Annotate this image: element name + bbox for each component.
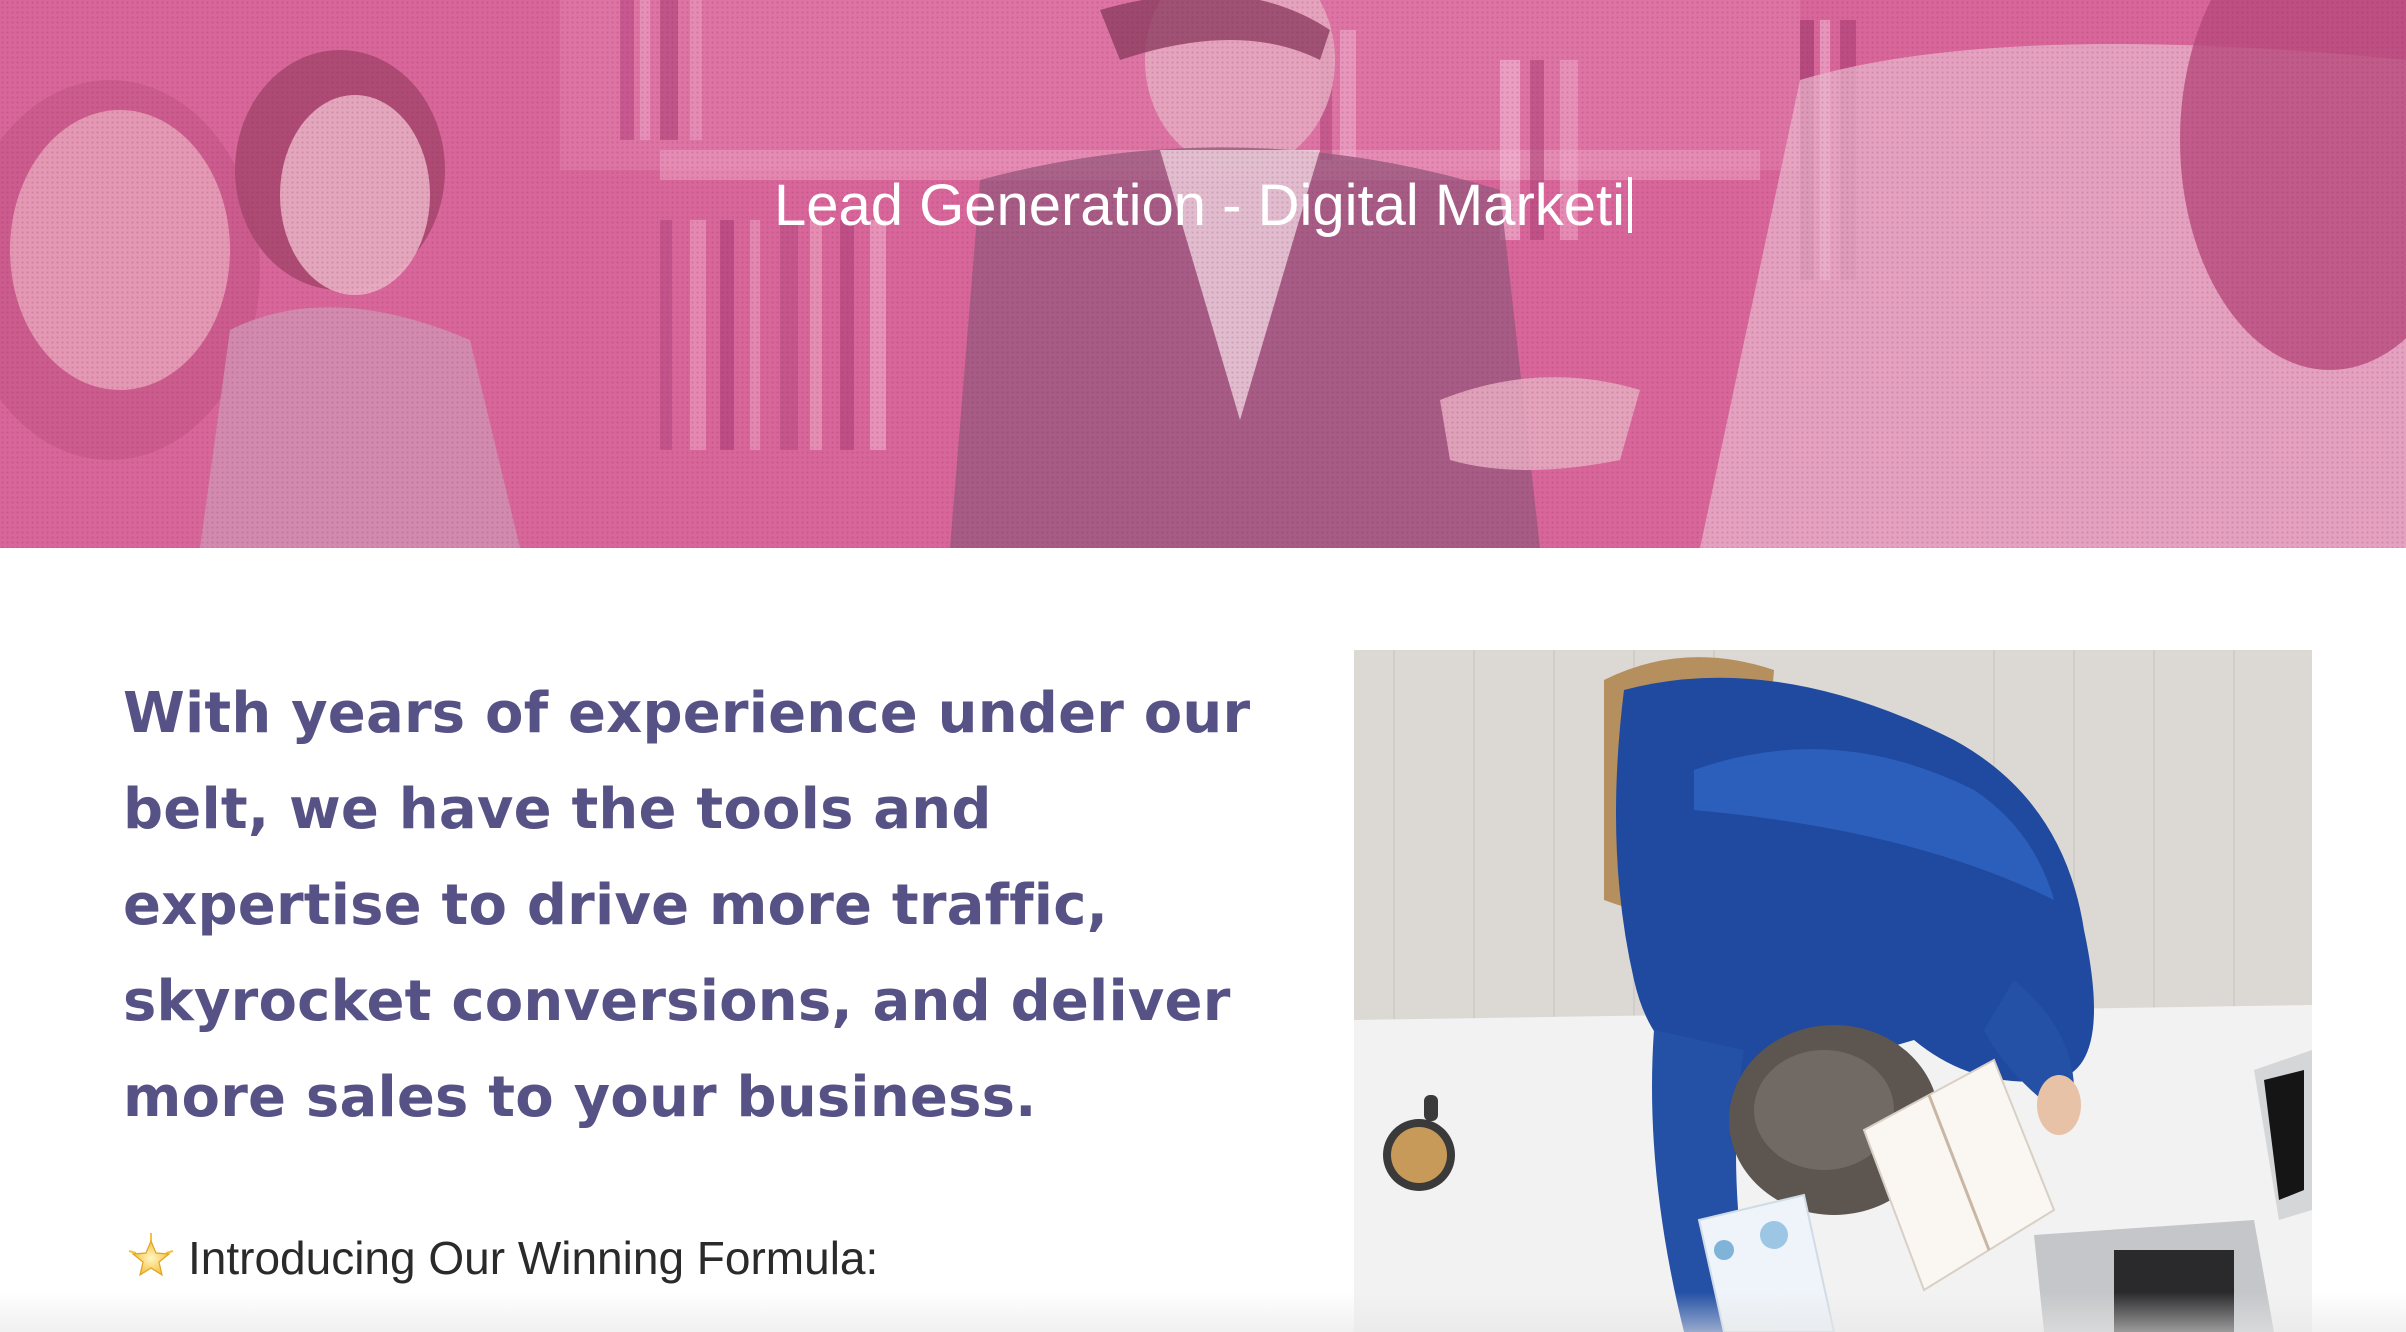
glowing-star-icon bbox=[126, 1233, 176, 1283]
hero-dot-overlay bbox=[0, 0, 2406, 548]
man-working-at-desk-image bbox=[1354, 650, 2312, 1332]
intro-heading: Introducing Our Winning Formula: bbox=[126, 1228, 878, 1288]
lead-paragraph: With years of experience under our belt,… bbox=[123, 681, 1251, 1130]
hero-title-text: Lead Generation - Digital Marketi bbox=[773, 173, 1626, 238]
typing-caret bbox=[1628, 177, 1633, 233]
intro-heading-text: Introducing Our Winning Formula: bbox=[188, 1232, 879, 1284]
hero-banner: Lead Generation - Digital Marketi bbox=[0, 0, 2406, 548]
hero-title: Lead Generation - Digital Marketi bbox=[0, 172, 2406, 239]
